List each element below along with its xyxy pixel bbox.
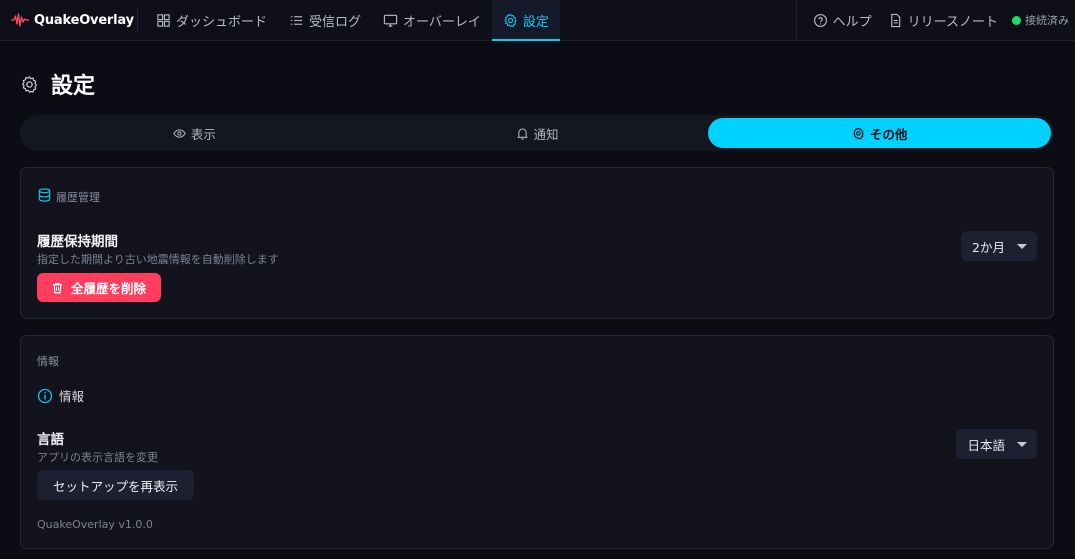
gear-icon (504, 13, 517, 27)
tab-display[interactable]: 表示 (23, 118, 366, 148)
eye-icon (173, 128, 186, 138)
retention-period-label: 履歴保持期間 (37, 234, 118, 250)
gear-icon (22, 75, 37, 93)
list-icon (290, 15, 303, 25)
info-circle-icon (37, 388, 53, 403)
info-heading-text: 情報 (59, 389, 85, 404)
tab-label: その他 (869, 126, 908, 142)
page-title: 設定 (20, 68, 95, 100)
status-dot (1012, 15, 1021, 25)
help-link[interactable]: ヘルプ (805, 0, 880, 41)
connection-status: 接続済み (1006, 12, 1075, 28)
page-title-text: 設定 (51, 74, 96, 99)
language-label: 言語 (37, 432, 64, 448)
retention-period-description: 指定した期間より古い地震情報を自動削除します (37, 253, 279, 266)
release-notes-link[interactable]: リリースノート (880, 0, 1006, 41)
main-nav: ダッシュボード 受信ログ オーバーレイ 設定 (145, 0, 560, 41)
dashboard-icon (157, 13, 170, 27)
database-icon (38, 187, 51, 202)
retention-period-value: 2か月 (972, 239, 1005, 255)
bell-icon (517, 128, 527, 140)
tab-other[interactable]: その他 (708, 118, 1052, 148)
section-header-info: 情報 (37, 353, 59, 369)
section-header-history: 履歴管理 (37, 184, 100, 205)
nav-right-group: ヘルプ リリースノート 接続済み (795, 0, 1075, 41)
retention-period-select[interactable]: 2か月 (961, 231, 1037, 261)
trash-icon (53, 282, 62, 293)
nav-item-dashboard[interactable]: ダッシュボード (145, 0, 278, 40)
gear-icon (853, 127, 864, 139)
brand[interactable]: QuakeOverlay (0, 8, 138, 32)
tab-notifications[interactable]: 通知 (366, 118, 709, 148)
info-heading: 情報 (37, 386, 84, 405)
nav-item-label: 受信ログ (309, 14, 362, 30)
history-management-card: 履歴管理 履歴保持期間 指定した期間より古い地震情報を自動削除します 2か月 全… (20, 167, 1054, 319)
info-card: 情報 情報 言語 アプリの表示言語を変更 日本語 セットアップを再表示 Quak… (20, 335, 1054, 549)
seismograph-logo-icon (11, 13, 29, 27)
language-select[interactable]: 日本語 (956, 429, 1037, 459)
delete-all-history-button[interactable]: 全履歴を削除 (37, 273, 162, 302)
top-nav-bar: QuakeOverlay ダッシュボード 受信ログ オーバーレイ 設定 ヘルプ … (0, 0, 1075, 41)
document-icon (890, 13, 900, 27)
nav-item-label: 設定 (522, 14, 549, 30)
section-label: 情報 (37, 355, 59, 368)
status-label: 接続済み (1025, 14, 1069, 27)
nav-item-label: ダッシュボード (176, 14, 268, 30)
help-label: ヘルプ (832, 14, 872, 30)
nav-item-received-log[interactable]: 受信ログ (278, 0, 372, 40)
tab-label: 表示 (190, 126, 216, 142)
language-description: アプリの表示言語を変更 (37, 451, 158, 464)
app-version: QuakeOverlay v1.0.0 (37, 518, 153, 531)
section-label: 履歴管理 (56, 191, 100, 204)
chevron-down-icon (1017, 243, 1027, 249)
nav-item-settings[interactable]: 設定 (491, 0, 560, 41)
monitor-icon (383, 14, 398, 27)
chevron-down-icon (1017, 441, 1027, 447)
release-notes-label: リリースノート (907, 14, 998, 30)
show-setup-again-button[interactable]: セットアップを再表示 (37, 470, 195, 500)
language-value: 日本語 (967, 437, 1005, 453)
delete-all-label: 全履歴を削除 (71, 282, 147, 296)
help-circle-icon (813, 13, 827, 27)
nav-item-overlay[interactable]: オーバーレイ (372, 0, 492, 40)
nav-item-label: オーバーレイ (403, 14, 481, 30)
tab-label: 通知 (533, 126, 559, 142)
settings-tabs: 表示 通知 その他 (20, 115, 1054, 151)
app-name: QuakeOverlay (34, 12, 134, 28)
